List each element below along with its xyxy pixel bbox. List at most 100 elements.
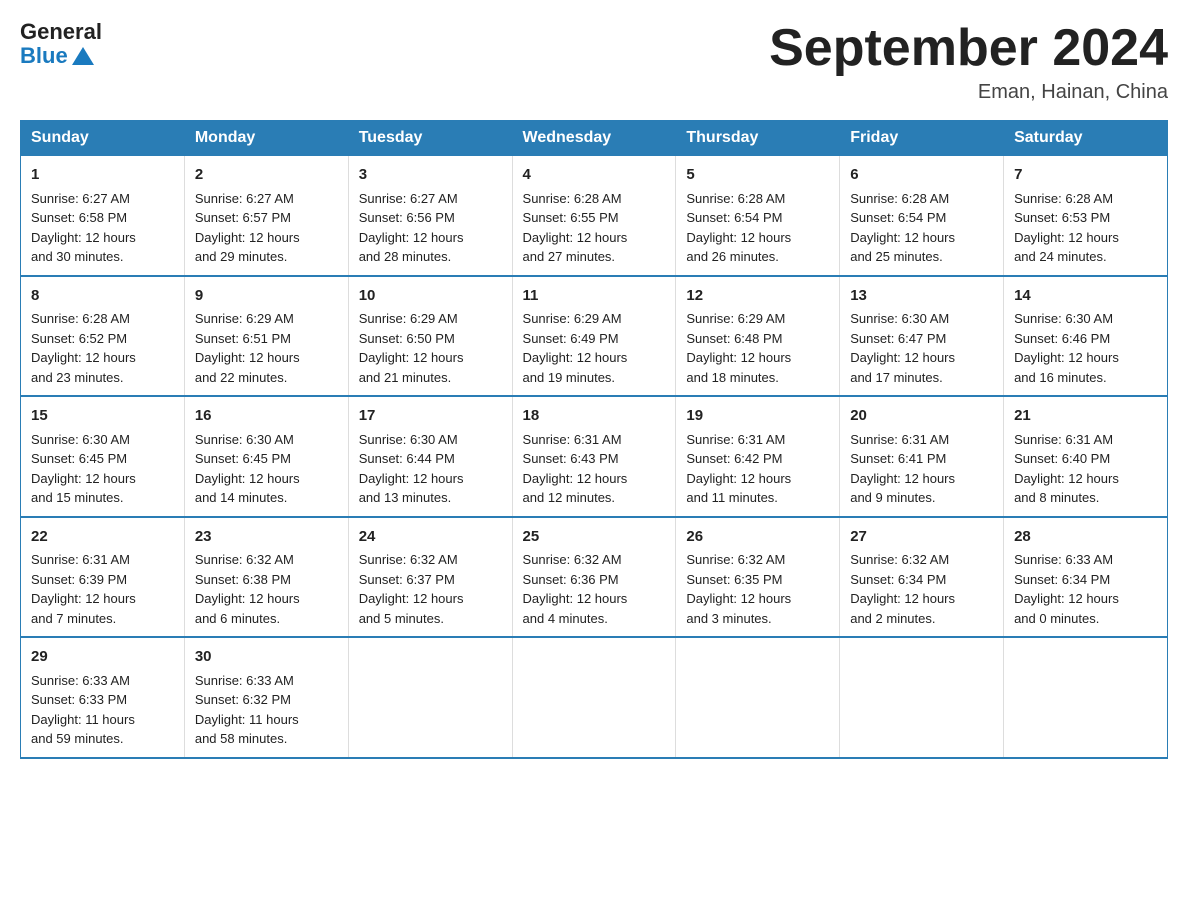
calendar-cell: 21Sunrise: 6:31 AMSunset: 6:40 PMDayligh… (1004, 396, 1168, 517)
calendar-cell: 24 Sunrise: 6:32 AMSunset: 6:37 PMDayligh… (348, 517, 512, 638)
day-info: Sunrise: 6:27 AMSunset: 6:57 PMDaylight:… (195, 191, 300, 265)
day-info: Sunrise: 6:27 AMSunset: 6:58 PMDaylight:… (31, 191, 136, 265)
day-number: 24 (359, 526, 502, 549)
logo-general-text: General (20, 20, 102, 44)
day-number: 13 (850, 285, 993, 308)
calendar-header: Sunday Monday Tuesday Wednesday Thursday… (21, 121, 1168, 156)
col-monday: Monday (184, 121, 348, 156)
day-number: 11 (523, 285, 666, 308)
day-info: Sunrise: 6:32 AMSunset: 6:36 PMDaylight:… (523, 552, 628, 626)
calendar-row: 15 Sunrise: 6:30 AMSunset: 6:45 PMDayligh… (21, 396, 1168, 517)
calendar-cell: 10Sunrise: 6:29 AMSunset: 6:50 PMDayligh… (348, 276, 512, 397)
calendar-cell: 2 Sunrise: 6:27 AMSunset: 6:57 PMDaylight… (184, 156, 348, 276)
day-info: Sunrise: 6:31 AMSunset: 6:41 PMDaylight:… (850, 432, 955, 506)
day-info: Sunrise: 6:32 AMSunset: 6:37 PMDaylight:… (359, 552, 464, 626)
calendar-cell (512, 637, 676, 758)
calendar-cell: 17 Sunrise: 6:30 AMSunset: 6:44 PMDayligh… (348, 396, 512, 517)
page-title: September 2024 (769, 20, 1168, 77)
calendar-cell: 11 Sunrise: 6:29 AMSunset: 6:49 PMDayligh… (512, 276, 676, 397)
calendar-cell: 5Sunrise: 6:28 AMSunset: 6:54 PMDaylight… (676, 156, 840, 276)
calendar-cell: 23 Sunrise: 6:32 AMSunset: 6:38 PMDayligh… (184, 517, 348, 638)
day-number: 10 (359, 285, 502, 308)
calendar-cell (1004, 637, 1168, 758)
day-number: 21 (1014, 405, 1157, 428)
day-info: Sunrise: 6:30 AMSunset: 6:44 PMDaylight:… (359, 432, 464, 506)
calendar-cell: 9 Sunrise: 6:29 AMSunset: 6:51 PMDaylight… (184, 276, 348, 397)
day-number: 18 (523, 405, 666, 428)
day-number: 2 (195, 164, 338, 187)
calendar-cell: 4 Sunrise: 6:28 AMSunset: 6:55 PMDaylight… (512, 156, 676, 276)
calendar-body: 1 Sunrise: 6:27 AMSunset: 6:58 PMDaylight… (21, 156, 1168, 758)
day-number: 16 (195, 405, 338, 428)
calendar-cell: 22Sunrise: 6:31 AMSunset: 6:39 PMDayligh… (21, 517, 185, 638)
day-info: Sunrise: 6:32 AMSunset: 6:34 PMDaylight:… (850, 552, 955, 626)
col-thursday: Thursday (676, 121, 840, 156)
calendar-cell: 12Sunrise: 6:29 AMSunset: 6:48 PMDayligh… (676, 276, 840, 397)
calendar-cell: 3Sunrise: 6:27 AMSunset: 6:56 PMDaylight… (348, 156, 512, 276)
day-number: 19 (686, 405, 829, 428)
calendar-cell: 14 Sunrise: 6:30 AMSunset: 6:46 PMDayligh… (1004, 276, 1168, 397)
col-friday: Friday (840, 121, 1004, 156)
day-number: 27 (850, 526, 993, 549)
day-number: 4 (523, 164, 666, 187)
calendar-cell: 30 Sunrise: 6:33 AMSunset: 6:32 PMDayligh… (184, 637, 348, 758)
day-info: Sunrise: 6:30 AMSunset: 6:47 PMDaylight:… (850, 311, 955, 385)
day-number: 29 (31, 646, 174, 669)
calendar-cell (676, 637, 840, 758)
day-info: Sunrise: 6:29 AMSunset: 6:51 PMDaylight:… (195, 311, 300, 385)
day-info: Sunrise: 6:29 AMSunset: 6:48 PMDaylight:… (686, 311, 791, 385)
calendar-row: 29 Sunrise: 6:33 AMSunset: 6:33 PMDayligh… (21, 637, 1168, 758)
day-number: 22 (31, 526, 174, 549)
calendar-row: 22Sunrise: 6:31 AMSunset: 6:39 PMDayligh… (21, 517, 1168, 638)
logo-text: General Blue (20, 20, 102, 68)
day-info: Sunrise: 6:33 AMSunset: 6:34 PMDaylight:… (1014, 552, 1119, 626)
calendar-cell: 27 Sunrise: 6:32 AMSunset: 6:34 PMDayligh… (840, 517, 1004, 638)
day-info: Sunrise: 6:30 AMSunset: 6:45 PMDaylight:… (195, 432, 300, 506)
day-number: 14 (1014, 285, 1157, 308)
day-number: 23 (195, 526, 338, 549)
calendar-row: 8 Sunrise: 6:28 AMSunset: 6:52 PMDaylight… (21, 276, 1168, 397)
day-number: 7 (1014, 164, 1157, 187)
day-number: 1 (31, 164, 174, 187)
day-info: Sunrise: 6:33 AMSunset: 6:33 PMDaylight:… (31, 673, 135, 747)
day-info: Sunrise: 6:33 AMSunset: 6:32 PMDaylight:… (195, 673, 299, 747)
logo: General Blue (20, 20, 102, 68)
calendar-cell (840, 637, 1004, 758)
day-info: Sunrise: 6:31 AMSunset: 6:42 PMDaylight:… (686, 432, 791, 506)
day-info: Sunrise: 6:32 AMSunset: 6:38 PMDaylight:… (195, 552, 300, 626)
title-area: September 2024 Eman, Hainan, China (769, 20, 1168, 104)
day-number: 28 (1014, 526, 1157, 549)
col-wednesday: Wednesday (512, 121, 676, 156)
day-number: 6 (850, 164, 993, 187)
calendar-cell: 29 Sunrise: 6:33 AMSunset: 6:33 PMDayligh… (21, 637, 185, 758)
logo-blue-text: Blue (20, 44, 68, 68)
calendar-cell: 19 Sunrise: 6:31 AMSunset: 6:42 PMDayligh… (676, 396, 840, 517)
calendar-cell: 15 Sunrise: 6:30 AMSunset: 6:45 PMDayligh… (21, 396, 185, 517)
day-info: Sunrise: 6:32 AMSunset: 6:35 PMDaylight:… (686, 552, 791, 626)
day-number: 30 (195, 646, 338, 669)
day-number: 8 (31, 285, 174, 308)
calendar-cell: 7 Sunrise: 6:28 AMSunset: 6:53 PMDaylight… (1004, 156, 1168, 276)
day-number: 17 (359, 405, 502, 428)
day-info: Sunrise: 6:28 AMSunset: 6:53 PMDaylight:… (1014, 191, 1119, 265)
day-info: Sunrise: 6:27 AMSunset: 6:56 PMDaylight:… (359, 191, 464, 265)
day-info: Sunrise: 6:28 AMSunset: 6:54 PMDaylight:… (686, 191, 791, 265)
day-info: Sunrise: 6:28 AMSunset: 6:55 PMDaylight:… (523, 191, 628, 265)
calendar-cell (348, 637, 512, 758)
col-tuesday: Tuesday (348, 121, 512, 156)
day-number: 20 (850, 405, 993, 428)
col-saturday: Saturday (1004, 121, 1168, 156)
calendar-cell: 16 Sunrise: 6:30 AMSunset: 6:45 PMDayligh… (184, 396, 348, 517)
col-sunday: Sunday (21, 121, 185, 156)
location-subtitle: Eman, Hainan, China (769, 81, 1168, 104)
day-info: Sunrise: 6:30 AMSunset: 6:45 PMDaylight:… (31, 432, 136, 506)
calendar-cell: 18Sunrise: 6:31 AMSunset: 6:43 PMDayligh… (512, 396, 676, 517)
day-info: Sunrise: 6:28 AMSunset: 6:52 PMDaylight:… (31, 311, 136, 385)
day-number: 25 (523, 526, 666, 549)
day-info: Sunrise: 6:29 AMSunset: 6:49 PMDaylight:… (523, 311, 628, 385)
day-info: Sunrise: 6:30 AMSunset: 6:46 PMDaylight:… (1014, 311, 1119, 385)
day-number: 9 (195, 285, 338, 308)
day-number: 15 (31, 405, 174, 428)
header-row: Sunday Monday Tuesday Wednesday Thursday… (21, 121, 1168, 156)
calendar-cell: 20 Sunrise: 6:31 AMSunset: 6:41 PMDayligh… (840, 396, 1004, 517)
